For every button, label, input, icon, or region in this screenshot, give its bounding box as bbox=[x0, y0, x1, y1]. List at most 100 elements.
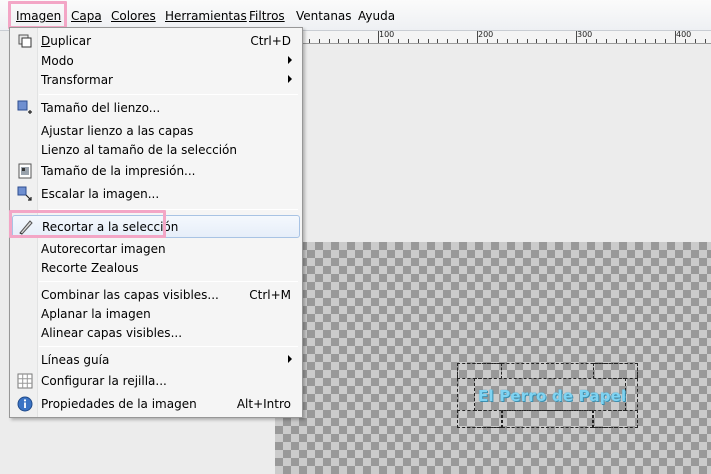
image-canvas[interactable] bbox=[275, 242, 711, 474]
menu-item-ajustar-lienzo[interactable]: Ajustar lienzo a las capas bbox=[12, 121, 300, 141]
ruler-tick bbox=[596, 39, 597, 43]
menu-item-label: Modo bbox=[41, 54, 74, 68]
menu-separator bbox=[39, 281, 298, 282]
menu-item-recorte-zealous[interactable]: Recorte Zealous bbox=[12, 258, 300, 278]
ruler-tick bbox=[408, 39, 409, 43]
selection-handle-tl[interactable] bbox=[457, 363, 502, 379]
menu-capa[interactable]: Capa bbox=[71, 8, 102, 25]
menu-item-transformar[interactable]: Transformar bbox=[12, 70, 300, 90]
menu-item-propiedades[interactable]: Propiedades de la imagen Alt+Intro bbox=[12, 394, 300, 414]
canvas-logo-text: El Perro de Papel bbox=[478, 387, 627, 405]
menu-item-combinar-capas[interactable]: Combinar las capas visibles... Ctrl+M bbox=[12, 285, 300, 305]
menu-separator bbox=[39, 346, 298, 347]
menu-item-label: Escalar la imagen... bbox=[41, 187, 160, 201]
menu-capa-label: Capa bbox=[71, 9, 102, 23]
ruler-tick bbox=[428, 39, 429, 43]
ruler-tick bbox=[665, 39, 666, 43]
ruler-tick bbox=[467, 39, 468, 43]
menu-imagen[interactable]: Imagen bbox=[16, 8, 61, 25]
grid-icon bbox=[17, 373, 33, 389]
ruler-label: 400 bbox=[676, 30, 692, 39]
menu-item-label: Recorte Zealous bbox=[41, 261, 139, 275]
menu-item-label: Aplanar la imagen bbox=[41, 307, 151, 321]
shortcut-label: Alt+Intro bbox=[236, 397, 291, 411]
menu-filtros[interactable]: Filtros bbox=[249, 8, 285, 25]
menu-item-escalar[interactable]: Escalar la imagen... bbox=[12, 184, 300, 204]
menu-item-lienzo-seleccion[interactable]: Lienzo al tamaño de la selección bbox=[12, 140, 300, 160]
menu-item-duplicar[interactable]: Duplicar Ctrl+D bbox=[12, 31, 300, 51]
menu-item-alinear-capas[interactable]: Alinear capas visibles... bbox=[12, 323, 300, 343]
menu-ayuda-label: Ayuda bbox=[358, 9, 396, 23]
scale-image-icon bbox=[17, 186, 33, 202]
ruler-tick bbox=[606, 39, 607, 43]
menu-ventanas-label: Ventanas bbox=[296, 9, 352, 23]
menu-herramientas-label: Herramientas bbox=[165, 9, 247, 23]
canvas-size-icon bbox=[17, 100, 33, 116]
shortcut-label: Ctrl+M bbox=[249, 288, 291, 302]
menu-item-modo[interactable]: Modo bbox=[12, 51, 300, 71]
menu-item-tamano-lienzo[interactable]: Tamaño del lienzo... bbox=[12, 98, 300, 118]
menu-item-label: Tamaño de la impresión... bbox=[41, 164, 196, 178]
submenu-arrow-icon bbox=[288, 75, 292, 83]
ruler-tick bbox=[695, 39, 696, 43]
menu-item-label: Duplicar bbox=[41, 34, 92, 48]
menu-item-label: Líneas guía bbox=[41, 353, 110, 367]
menu-item-label: Recortar a la selección bbox=[42, 220, 179, 234]
selection-handle-tr[interactable] bbox=[593, 363, 638, 379]
imagen-dropdown-menu: Duplicar Ctrl+D Modo Transformar Tamaño … bbox=[9, 27, 303, 418]
menu-item-tamano-impresion[interactable]: Tamaño de la impresión... bbox=[12, 161, 300, 181]
menubar-left-edge bbox=[0, 8, 4, 25]
ruler-tick bbox=[705, 39, 706, 43]
selection-handle-bottom[interactable] bbox=[502, 410, 593, 428]
menu-item-label: Combinar las capas visibles... bbox=[41, 288, 219, 302]
menu-item-recortar-seleccion[interactable]: Recortar a la selección bbox=[12, 215, 300, 238]
menu-item-label: Tamaño del lienzo... bbox=[41, 101, 161, 115]
menu-separator bbox=[39, 94, 298, 95]
ruler-tick bbox=[348, 39, 349, 43]
ruler-tick bbox=[309, 39, 310, 43]
crop-knife-icon bbox=[18, 219, 34, 235]
workspace-background bbox=[303, 44, 711, 242]
ruler-label: 100 bbox=[379, 30, 395, 39]
menu-imagen-label: Imagen bbox=[16, 9, 62, 23]
ruler-tick bbox=[368, 39, 369, 43]
ruler-tick bbox=[358, 39, 359, 43]
ruler-tick bbox=[487, 39, 488, 43]
menu-ventanas[interactable]: Ventanas bbox=[296, 8, 352, 25]
menu-item-label: Ajustar lienzo a las capas bbox=[41, 124, 194, 138]
submenu-arrow-icon bbox=[288, 355, 292, 363]
ruler-label: 300 bbox=[577, 30, 593, 39]
ruler-tick bbox=[626, 39, 627, 43]
menu-item-configurar-rejilla[interactable]: Configurar la rejilla... bbox=[12, 371, 300, 391]
selection-handle-bl[interactable] bbox=[457, 410, 502, 428]
shortcut-label: Ctrl+D bbox=[250, 34, 291, 48]
menu-colores[interactable]: Colores bbox=[111, 8, 156, 25]
menu-item-aplanar[interactable]: Aplanar la imagen bbox=[12, 304, 300, 324]
ruler-tick bbox=[536, 39, 537, 43]
menu-colores-label: Colores bbox=[111, 9, 156, 23]
duplicate-icon bbox=[17, 33, 33, 49]
menu-item-autorecortar[interactable]: Autorecortar imagen bbox=[12, 239, 300, 259]
left-panel-edge bbox=[0, 31, 9, 474]
print-size-icon bbox=[17, 163, 33, 179]
menu-item-label: Propiedades de la imagen bbox=[41, 397, 197, 411]
ruler-tick bbox=[586, 39, 587, 43]
ruler-tick bbox=[507, 39, 508, 43]
ruler-tick bbox=[457, 39, 458, 43]
selection-handle-br[interactable] bbox=[593, 410, 638, 428]
ruler-tick bbox=[338, 39, 339, 43]
menu-herramientas[interactable]: Herramientas bbox=[165, 8, 247, 25]
ruler-tick bbox=[497, 39, 498, 43]
menu-item-label: Lienzo al tamaño de la selección bbox=[41, 143, 237, 157]
ruler-tick bbox=[527, 39, 528, 43]
ruler-tick bbox=[685, 39, 686, 43]
menu-item-lineas-guia[interactable]: Líneas guía bbox=[12, 350, 300, 370]
menu-ayuda[interactable]: Ayuda bbox=[358, 8, 395, 25]
horizontal-ruler[interactable]: 100 200 300 400 bbox=[303, 30, 711, 44]
menu-separator bbox=[39, 209, 298, 210]
menu-item-label: Transformar bbox=[41, 73, 113, 87]
ruler-tick bbox=[645, 39, 646, 43]
ruler-tick bbox=[319, 39, 320, 43]
ruler-tick bbox=[447, 39, 448, 43]
ruler-tick bbox=[616, 39, 617, 43]
